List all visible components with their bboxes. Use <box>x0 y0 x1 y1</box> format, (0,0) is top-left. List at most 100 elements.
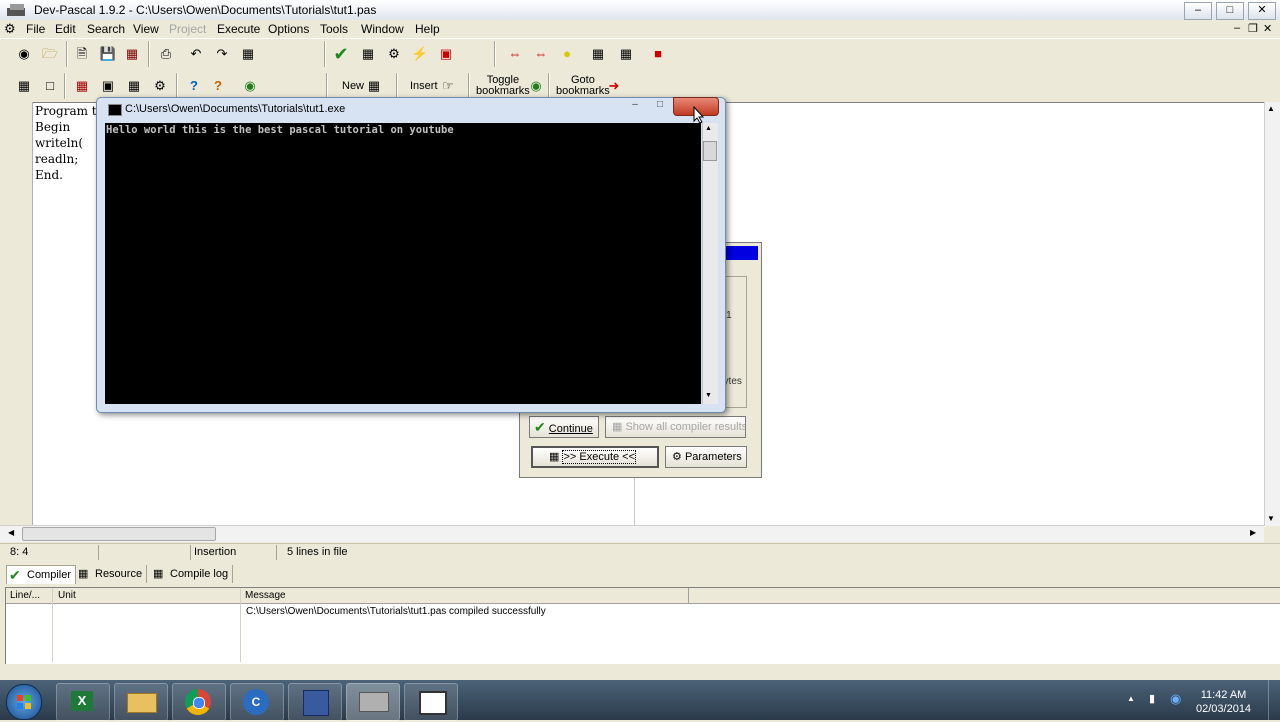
scroll-right-icon[interactable]: ▶ <box>1250 528 1256 537</box>
taskbar-console-icon[interactable] <box>404 683 458 721</box>
redo-icon[interactable]: ↷ <box>212 44 232 64</box>
column-header-unit[interactable]: Unit <box>58 590 76 601</box>
insert-icon[interactable]: ☞ <box>438 76 458 96</box>
help-icon[interactable]: ? <box>184 76 204 96</box>
undo-icon[interactable]: ↶ <box>186 44 206 64</box>
new-icon[interactable]: ▦ <box>364 76 384 96</box>
goto-arrow-icon[interactable]: ➜ <box>604 76 624 96</box>
horizontal-scroll-thumb[interactable] <box>22 527 216 541</box>
clock-time: 11:42 AM <box>1200 689 1247 701</box>
scroll-left-icon[interactable]: ◀ <box>8 528 14 537</box>
column-header-line[interactable]: Line/... <box>10 590 40 601</box>
scroll-down-icon[interactable]: ▼ <box>1267 514 1275 523</box>
console-scroll-down-icon[interactable]: ▼ <box>705 392 712 399</box>
compile-run-icon[interactable]: ⚙ <box>384 44 404 64</box>
mdi-restore-icon[interactable]: ❐ <box>1248 22 1258 35</box>
project-options-icon[interactable]: ▦ <box>588 44 608 64</box>
updates-icon[interactable]: ◉ <box>1170 691 1181 707</box>
toolbar-separator <box>494 41 496 67</box>
open-folder-icon[interactable]: 🗁 <box>40 44 60 64</box>
console-vertical-scrollbar[interactable] <box>702 123 718 404</box>
taskbar-clock[interactable]: 11:42 AM 02/03/2014 <box>1196 688 1251 716</box>
clock-date: 02/03/2014 <box>1196 703 1252 715</box>
tab-compile-log[interactable]: ▦ Compile log <box>150 565 234 583</box>
debug-icon[interactable]: ▣ <box>436 44 456 64</box>
indent-icon[interactable]: ⇔ <box>505 44 525 64</box>
toolbar-separator <box>396 73 398 99</box>
bottom-strip <box>0 664 1280 680</box>
tab-compiler[interactable]: ✔ Compiler <box>6 565 77 584</box>
network-icon[interactable]: ▮ <box>1149 692 1155 705</box>
show-desktop-button[interactable] <box>1268 680 1280 720</box>
minimize-button[interactable]: – <box>1184 2 1212 20</box>
unindent-icon[interactable]: ⇔ <box>531 44 551 64</box>
status-separator <box>276 545 277 560</box>
insert-button-label[interactable]: Insert <box>410 81 438 92</box>
tab-resource[interactable]: ▦ Resource <box>75 565 148 583</box>
menu-help[interactable]: Help <box>415 22 440 36</box>
resource-icon: ▦ <box>78 568 89 580</box>
tools-icon[interactable]: ■ <box>648 44 668 64</box>
mdi-minimize-icon[interactable]: – <box>1234 22 1240 34</box>
close-button[interactable]: ✕ <box>1248 2 1276 20</box>
scroll-up-icon[interactable]: ▲ <box>1267 104 1275 113</box>
class-browser-icon[interactable]: □ <box>40 76 60 96</box>
menu-window[interactable]: Window <box>361 22 404 36</box>
show-hidden-icons[interactable]: ▲ <box>1127 694 1135 703</box>
new-file-icon[interactable]: 🗎 <box>72 44 92 64</box>
environment-icon[interactable]: ▦ <box>616 44 636 64</box>
execute-button[interactable]: ▦ >> Execute << <box>531 446 659 468</box>
line-count: 5 lines in file <box>287 546 348 558</box>
help-context-icon[interactable]: ? <box>208 76 228 96</box>
menu-execute[interactable]: Execute <box>217 22 260 36</box>
parameters-button[interactable]: ⚙ Parameters <box>665 446 747 468</box>
menu-view[interactable]: View <box>133 22 159 36</box>
console-scroll-up-icon[interactable]: ▲ <box>705 125 712 132</box>
add-to-project-icon[interactable]: ▦ <box>72 76 92 96</box>
column-header-message[interactable]: Message <box>245 590 286 601</box>
new-button-label[interactable]: New <box>342 81 364 92</box>
toolbar-separator <box>66 41 68 67</box>
project-icon[interactable]: ▦ <box>14 76 34 96</box>
taskbar-explorer-icon[interactable] <box>114 683 168 721</box>
menu-options[interactable]: Options <box>268 22 309 36</box>
taskbar-chrome-icon[interactable] <box>172 683 226 721</box>
remove-from-project-icon[interactable]: ▣ <box>98 76 118 96</box>
taskbar-ccleaner-icon[interactable]: C <box>230 683 284 721</box>
maximize-button[interactable]: □ <box>1216 2 1244 20</box>
menu-project[interactable]: Project <box>169 22 206 36</box>
close-file-icon[interactable]: ◉ <box>14 44 34 64</box>
print-icon[interactable]: ⎙ <box>156 44 176 64</box>
console-maximize-button[interactable]: □ <box>650 99 670 111</box>
configure-icon[interactable]: ⚙ <box>150 76 170 96</box>
menu-file[interactable]: File <box>26 22 45 36</box>
lightbulb-icon[interactable]: ● <box>557 44 577 64</box>
editor-vertical-scrollbar[interactable] <box>1264 102 1280 526</box>
goto-bookmarks-button[interactable]: Goto bookmarks <box>556 75 610 97</box>
taskbar-devpascal-icon[interactable] <box>346 683 400 721</box>
continue-label: Continue <box>548 423 593 435</box>
project-tree-icon[interactable]: ▦ <box>124 76 144 96</box>
mdi-close-icon[interactable]: ✕ <box>1263 22 1272 35</box>
run-icon[interactable]: ▦ <box>358 44 378 64</box>
taskbar-excel-icon[interactable]: X <box>56 683 110 721</box>
rebuild-icon[interactable]: ⚡ <box>410 44 430 64</box>
taskbar-save-icon[interactable] <box>288 683 342 721</box>
save-icon[interactable]: 💾 <box>98 44 118 64</box>
toggle-bookmarks-icon[interactable]: ◉ <box>526 76 546 96</box>
console-scroll-thumb[interactable] <box>703 141 717 161</box>
menu-search[interactable]: Search <box>87 22 125 36</box>
menu-tools[interactable]: Tools <box>320 22 348 36</box>
continue-button[interactable]: ✔ Continue <box>529 416 599 438</box>
find-icon[interactable]: ▦ <box>238 44 258 64</box>
code-line-5: End. <box>35 168 63 182</box>
compile-check-icon[interactable]: ✔ <box>331 44 351 64</box>
web-icon[interactable]: ◉ <box>240 76 260 96</box>
message-row-text[interactable]: C:\Users\Owen\Documents\Tutorials\tut1.p… <box>246 606 546 617</box>
save-all-icon[interactable]: ▦ <box>122 44 142 64</box>
console-minimize-button[interactable]: – <box>625 99 645 111</box>
start-button[interactable] <box>6 684 42 720</box>
toggle-bookmarks-button[interactable]: Toggle bookmarks <box>476 75 530 97</box>
show-all-results-button[interactable]: ▦ Show all compiler results <box>605 416 746 438</box>
menu-edit[interactable]: Edit <box>55 22 76 36</box>
